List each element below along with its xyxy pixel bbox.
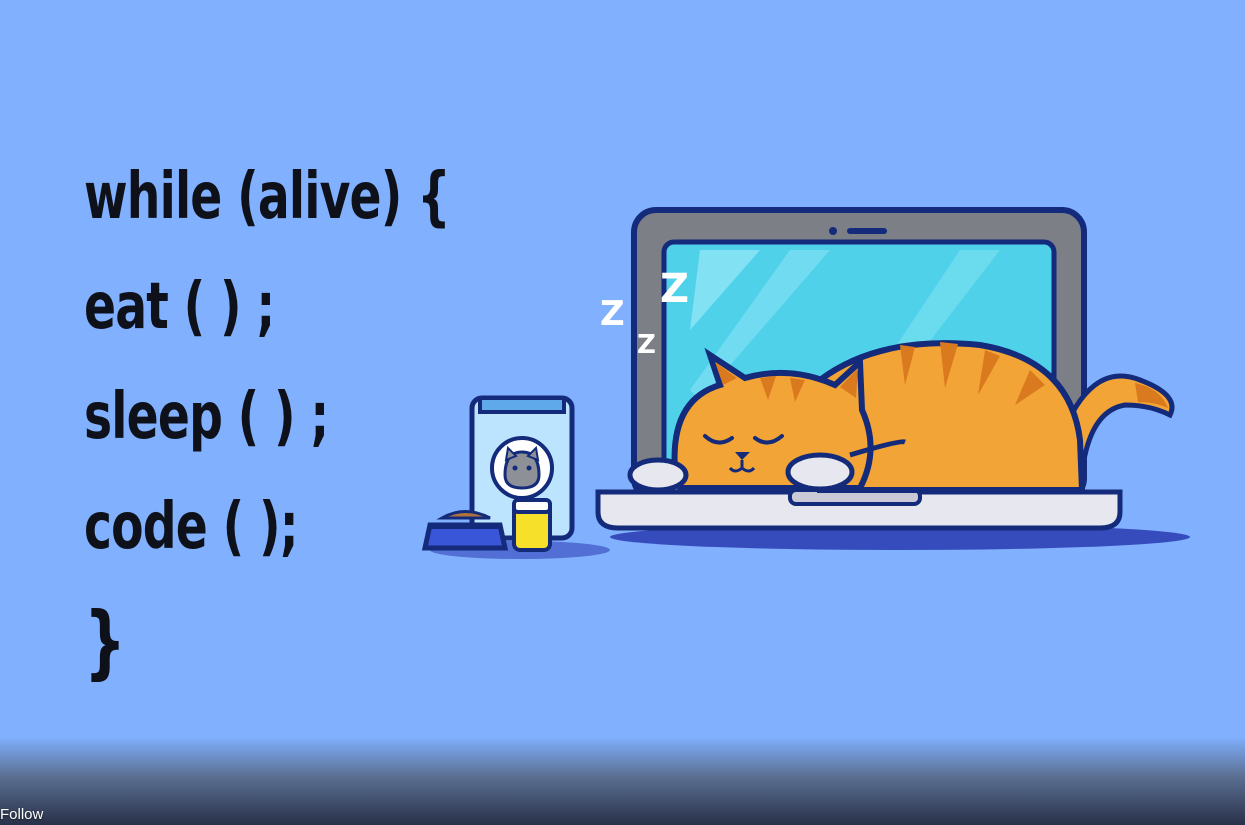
bottom-overlay-bar: Follow bbox=[0, 737, 1245, 825]
yellow-jar-icon bbox=[512, 498, 552, 552]
follow-button[interactable]: Follow bbox=[0, 806, 43, 823]
sleeping-cat-icon bbox=[627, 340, 1175, 493]
zzz-letter: Z bbox=[660, 266, 689, 312]
zzz-letter: Z bbox=[637, 330, 656, 360]
zzz-letter: Z bbox=[600, 294, 625, 334]
sleeping-cat-laptop-illustration: Z Z Z bbox=[421, 207, 1190, 559]
video-frame: while (alive) { eat ( ) ; sleep ( ) ; co… bbox=[0, 0, 1245, 825]
